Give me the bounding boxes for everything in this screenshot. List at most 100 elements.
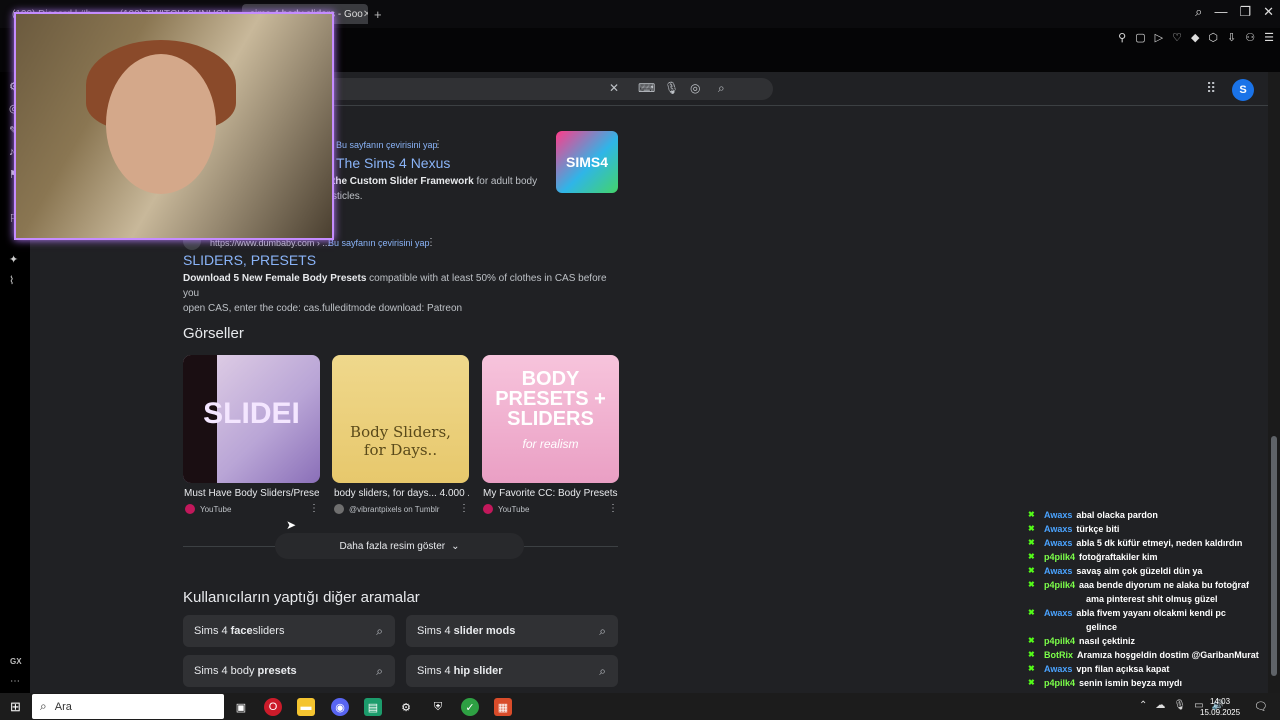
image-caption[interactable]: My Favorite CC: Body Presets... <box>483 488 618 499</box>
pin-icon[interactable]: ⚲ <box>1118 31 1126 44</box>
image-result[interactable]: BODY PRESETS + SLIDERS for realism <box>482 355 619 483</box>
image-overlay-text: BODY PRESETS + SLIDERS <box>495 368 606 430</box>
file-explorer-icon[interactable]: ▬ <box>297 698 315 716</box>
settings-icon[interactable]: ⚙ <box>397 698 415 716</box>
clock-date: 15.09.2025 <box>1200 708 1241 717</box>
chat-username[interactable]: p4pilk4 <box>1044 676 1075 690</box>
chat-username[interactable]: Awaxs <box>1044 606 1072 620</box>
discord-icon[interactable]: ◉ <box>331 698 349 716</box>
image-source[interactable]: YouTube <box>185 504 231 514</box>
opera-gx-icon[interactable]: O <box>264 698 282 716</box>
security-icon[interactable]: ⛨ <box>429 698 447 716</box>
image-caption[interactable]: Must Have Body Sliders/Prese... <box>184 488 319 499</box>
related-search-item[interactable]: Sims 4 body presets ⌕ <box>183 655 395 687</box>
more-options-icon[interactable]: ⋮ <box>426 237 436 248</box>
lens-icon[interactable]: ◎ <box>690 81 700 95</box>
keyboard-icon[interactable]: ⌨ <box>638 81 655 95</box>
search-submit-icon[interactable]: ⌕ <box>718 81 725 96</box>
new-tab-button[interactable]: + <box>374 7 382 22</box>
more-options-icon[interactable]: ⋮ <box>433 139 443 150</box>
chevron-down-icon: ⌄ <box>451 540 460 552</box>
translate-link[interactable]: Bu sayfanın çevirisini yap <box>336 140 438 150</box>
taskbar-search-placeholder: Ara <box>54 700 72 713</box>
image-caption[interactable]: body sliders, for days... 4.000 ... <box>334 488 469 499</box>
chat-message: ✖ p4pilk4 senin ismin beyza mıydı <box>1028 676 1268 690</box>
gx-label[interactable]: GX <box>10 657 22 666</box>
taskbar-clock[interactable]: 14:03 15.09.2025 <box>1200 696 1240 718</box>
snippet-bold: Download 5 New Female Body Presets <box>183 273 367 284</box>
download-icon[interactable]: ⇩ <box>1227 31 1236 44</box>
image-source[interactable]: @vibrantpixels on Tumblr <box>334 504 439 514</box>
sidebar-history-icon[interactable]: ⌇ <box>9 274 14 287</box>
more-options-icon[interactable]: ⋮ <box>459 503 469 514</box>
windows-start-icon[interactable]: ⊞ <box>10 699 21 715</box>
kick-badge-icon: ✖ <box>1028 650 1035 659</box>
cloud-icon[interactable]: ☁ <box>1155 700 1165 711</box>
more-images-button[interactable]: Daha fazla resim göster ⌄ <box>275 533 524 559</box>
restore-icon[interactable]: ❐ <box>1239 4 1251 20</box>
more-options-icon[interactable]: ⋮ <box>309 503 319 514</box>
game-icon[interactable]: ▦ <box>494 698 512 716</box>
chat-username[interactable]: p4pilk4 <box>1044 578 1075 592</box>
profile-icon[interactable]: ⚇ <box>1245 31 1255 44</box>
obs-icon[interactable]: ▤ <box>364 698 382 716</box>
tab-search-icon[interactable]: ⌕ <box>1195 4 1202 20</box>
related-search-item[interactable]: Sims 4 hip slider ⌕ <box>406 655 618 687</box>
chat-message: ✖ Awaxs vpn filan açıksa kapat <box>1028 662 1268 676</box>
apps-grid-icon[interactable]: ⠿ <box>1206 80 1216 97</box>
chat-message: ✖ Awaxs abal olacka pardon <box>1028 508 1268 522</box>
chat-username[interactable]: Awaxs <box>1044 564 1072 578</box>
microphone-icon[interactable]: 🎙 <box>1173 700 1186 711</box>
player-icon[interactable]: ▷ <box>1155 31 1163 44</box>
scrollbar-thumb[interactable] <box>1271 436 1277 676</box>
clear-search-icon[interactable]: ✕ <box>609 81 619 95</box>
related-search-item[interactable]: Sims 4 slider mods ⌕ <box>406 615 618 647</box>
kick-badge-icon: ✖ <box>1028 580 1035 589</box>
puzzle-icon[interactable]: ⬡ <box>1208 31 1218 44</box>
windows-taskbar: ⊞ ⌕ Ara ▣ O ▬ ◉ ▤ ⚙ ⛨ ✓ ▦ ⌃ ☁ 🎙 ▭ 🔊 14:0… <box>0 693 1280 720</box>
chat-username[interactable]: BotRix <box>1044 648 1073 662</box>
chat-username[interactable] <box>1044 620 1082 634</box>
chat-username[interactable]: Awaxs <box>1044 536 1072 550</box>
microphone-icon[interactable]: 🎙 <box>664 81 679 95</box>
chat-username[interactable]: Awaxs <box>1044 662 1072 676</box>
search-icon: ⌕ <box>599 623 606 638</box>
sidebar-extension-icon[interactable]: ✦ <box>9 253 18 266</box>
image-source[interactable]: YouTube <box>483 504 529 514</box>
more-options-icon[interactable]: ⋮ <box>608 503 618 514</box>
image-result[interactable]: SLIDEI <box>183 355 320 483</box>
notifications-icon[interactable]: 🗨 <box>1254 700 1268 713</box>
app-icon[interactable]: ✓ <box>461 698 479 716</box>
extension-icon[interactable]: ◆ <box>1191 31 1199 44</box>
snapshot-icon[interactable]: ▢ <box>1135 31 1145 44</box>
close-window-icon[interactable]: ✕ <box>1263 4 1274 20</box>
divider <box>183 546 275 547</box>
result-thumbnail[interactable]: SIMS4 <box>556 131 618 193</box>
result-title[interactable]: The Sims 4 Nexus <box>336 155 450 171</box>
minimize-icon[interactable]: — <box>1214 4 1227 20</box>
chat-message: ✖ Awaxs türkçe biti <box>1028 522 1268 536</box>
kick-badge-icon <box>1028 592 1038 606</box>
source-label: YouTube <box>200 504 232 514</box>
task-view-icon[interactable]: ▣ <box>232 698 250 716</box>
chat-username[interactable]: p4pilk4 <box>1044 550 1075 564</box>
chat-message: ✖ p4pilk4 fotoğraftakiler kim <box>1028 550 1268 564</box>
page-scrollbar[interactable] <box>1268 72 1280 693</box>
menu-icon[interactable]: ☰ <box>1264 31 1274 44</box>
chat-username[interactable]: Awaxs <box>1044 508 1072 522</box>
related-text-bold: hip slider <box>453 665 503 677</box>
chat-username[interactable]: Awaxs <box>1044 522 1072 536</box>
taskbar-search[interactable]: ⌕ Ara <box>32 694 224 719</box>
chat-username[interactable] <box>1044 592 1082 606</box>
result-title[interactable]: SLIDERS, PRESETS <box>183 252 316 268</box>
tray-expand-icon[interactable]: ⌃ <box>1139 700 1147 711</box>
translate-link[interactable]: Bu sayfanın çevirisini yap <box>328 238 430 248</box>
youtube-icon <box>483 504 493 514</box>
close-tab-icon[interactable]: ✕ <box>363 9 368 20</box>
related-search-item[interactable]: Sims 4 face sliders ⌕ <box>183 615 395 647</box>
chat-username[interactable]: p4pilk4 <box>1044 634 1075 648</box>
avatar[interactable]: S <box>1232 79 1254 101</box>
image-result[interactable]: Body Sliders, for Days.. <box>332 355 469 483</box>
sidebar-more-icon[interactable]: ⋯ <box>10 676 20 687</box>
heart-icon[interactable]: ♡ <box>1172 31 1182 44</box>
